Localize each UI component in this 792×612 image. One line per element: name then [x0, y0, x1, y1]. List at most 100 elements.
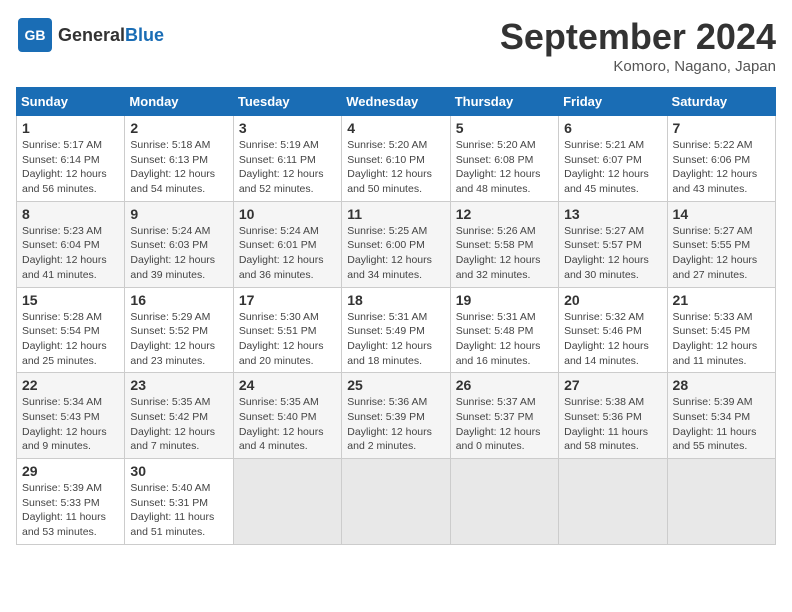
day-number: 18: [347, 292, 444, 308]
logo-text: GeneralBlue: [58, 25, 164, 46]
week-row-3: 15 Sunrise: 5:28 AMSunset: 5:54 PMDaylig…: [17, 287, 776, 373]
day-header-saturday: Saturday: [667, 88, 775, 116]
calendar-cell: 24 Sunrise: 5:35 AMSunset: 5:40 PMDaylig…: [233, 373, 341, 459]
calendar-cell: 30 Sunrise: 5:40 AMSunset: 5:31 PMDaylig…: [125, 459, 233, 545]
day-number: 23: [130, 377, 227, 393]
calendar-cell: 18 Sunrise: 5:31 AMSunset: 5:49 PMDaylig…: [342, 287, 450, 373]
week-row-2: 8 Sunrise: 5:23 AMSunset: 6:04 PMDayligh…: [17, 201, 776, 287]
calendar-cell: [667, 459, 775, 545]
calendar-cell: 7 Sunrise: 5:22 AMSunset: 6:06 PMDayligh…: [667, 116, 775, 202]
calendar-cell: 10 Sunrise: 5:24 AMSunset: 6:01 PMDaylig…: [233, 201, 341, 287]
day-info: Sunrise: 5:27 AMSunset: 5:55 PMDaylight:…: [673, 225, 758, 281]
day-info: Sunrise: 5:40 AMSunset: 5:31 PMDaylight:…: [130, 482, 214, 538]
day-number: 12: [456, 206, 553, 222]
day-number: 22: [22, 377, 119, 393]
day-number: 13: [564, 206, 661, 222]
day-info: Sunrise: 5:25 AMSunset: 6:00 PMDaylight:…: [347, 225, 432, 281]
calendar-cell: 19 Sunrise: 5:31 AMSunset: 5:48 PMDaylig…: [450, 287, 558, 373]
day-info: Sunrise: 5:36 AMSunset: 5:39 PMDaylight:…: [347, 396, 432, 452]
day-number: 30: [130, 463, 227, 479]
day-info: Sunrise: 5:24 AMSunset: 6:01 PMDaylight:…: [239, 225, 324, 281]
calendar-cell: 5 Sunrise: 5:20 AMSunset: 6:08 PMDayligh…: [450, 116, 558, 202]
calendar-cell: [450, 459, 558, 545]
day-header-tuesday: Tuesday: [233, 88, 341, 116]
day-info: Sunrise: 5:37 AMSunset: 5:37 PMDaylight:…: [456, 396, 541, 452]
day-info: Sunrise: 5:24 AMSunset: 6:03 PMDaylight:…: [130, 225, 215, 281]
day-info: Sunrise: 5:20 AMSunset: 6:08 PMDaylight:…: [456, 139, 541, 195]
calendar-cell: 6 Sunrise: 5:21 AMSunset: 6:07 PMDayligh…: [559, 116, 667, 202]
day-number: 16: [130, 292, 227, 308]
day-info: Sunrise: 5:35 AMSunset: 5:40 PMDaylight:…: [239, 396, 324, 452]
day-info: Sunrise: 5:28 AMSunset: 5:54 PMDaylight:…: [22, 311, 107, 367]
day-number: 27: [564, 377, 661, 393]
day-info: Sunrise: 5:22 AMSunset: 6:06 PMDaylight:…: [673, 139, 758, 195]
day-number: 5: [456, 120, 553, 136]
svg-text:GB: GB: [25, 27, 46, 43]
day-number: 14: [673, 206, 770, 222]
logo: GB GeneralBlue: [16, 16, 164, 54]
day-info: Sunrise: 5:26 AMSunset: 5:58 PMDaylight:…: [456, 225, 541, 281]
day-info: Sunrise: 5:39 AMSunset: 5:34 PMDaylight:…: [673, 396, 757, 452]
day-number: 17: [239, 292, 336, 308]
calendar-cell: 23 Sunrise: 5:35 AMSunset: 5:42 PMDaylig…: [125, 373, 233, 459]
calendar-cell: 20 Sunrise: 5:32 AMSunset: 5:46 PMDaylig…: [559, 287, 667, 373]
week-row-4: 22 Sunrise: 5:34 AMSunset: 5:43 PMDaylig…: [17, 373, 776, 459]
day-info: Sunrise: 5:38 AMSunset: 5:36 PMDaylight:…: [564, 396, 648, 452]
calendar-cell: [559, 459, 667, 545]
day-number: 11: [347, 206, 444, 222]
day-info: Sunrise: 5:19 AMSunset: 6:11 PMDaylight:…: [239, 139, 324, 195]
calendar-cell: [233, 459, 341, 545]
calendar-cell: 9 Sunrise: 5:24 AMSunset: 6:03 PMDayligh…: [125, 201, 233, 287]
calendar-cell: 28 Sunrise: 5:39 AMSunset: 5:34 PMDaylig…: [667, 373, 775, 459]
day-info: Sunrise: 5:23 AMSunset: 6:04 PMDaylight:…: [22, 225, 107, 281]
day-number: 1: [22, 120, 119, 136]
day-info: Sunrise: 5:31 AMSunset: 5:49 PMDaylight:…: [347, 311, 432, 367]
calendar-cell: 2 Sunrise: 5:18 AMSunset: 6:13 PMDayligh…: [125, 116, 233, 202]
day-info: Sunrise: 5:17 AMSunset: 6:14 PMDaylight:…: [22, 139, 107, 195]
day-info: Sunrise: 5:21 AMSunset: 6:07 PMDaylight:…: [564, 139, 649, 195]
calendar-cell: 11 Sunrise: 5:25 AMSunset: 6:00 PMDaylig…: [342, 201, 450, 287]
calendar-cell: 14 Sunrise: 5:27 AMSunset: 5:55 PMDaylig…: [667, 201, 775, 287]
day-number: 6: [564, 120, 661, 136]
calendar-cell: 4 Sunrise: 5:20 AMSunset: 6:10 PMDayligh…: [342, 116, 450, 202]
logo-icon: GB: [16, 16, 54, 54]
calendar-cell: 12 Sunrise: 5:26 AMSunset: 5:58 PMDaylig…: [450, 201, 558, 287]
day-number: 26: [456, 377, 553, 393]
day-info: Sunrise: 5:34 AMSunset: 5:43 PMDaylight:…: [22, 396, 107, 452]
calendar-cell: 25 Sunrise: 5:36 AMSunset: 5:39 PMDaylig…: [342, 373, 450, 459]
day-info: Sunrise: 5:39 AMSunset: 5:33 PMDaylight:…: [22, 482, 106, 538]
day-number: 15: [22, 292, 119, 308]
calendar-cell: 27 Sunrise: 5:38 AMSunset: 5:36 PMDaylig…: [559, 373, 667, 459]
page-header: GB GeneralBlue September 2024 Komoro, Na…: [16, 16, 776, 75]
calendar-cell: 13 Sunrise: 5:27 AMSunset: 5:57 PMDaylig…: [559, 201, 667, 287]
day-info: Sunrise: 5:31 AMSunset: 5:48 PMDaylight:…: [456, 311, 541, 367]
day-info: Sunrise: 5:35 AMSunset: 5:42 PMDaylight:…: [130, 396, 215, 452]
day-header-friday: Friday: [559, 88, 667, 116]
calendar-cell: 26 Sunrise: 5:37 AMSunset: 5:37 PMDaylig…: [450, 373, 558, 459]
calendar-cell: 8 Sunrise: 5:23 AMSunset: 6:04 PMDayligh…: [17, 201, 125, 287]
day-info: Sunrise: 5:29 AMSunset: 5:52 PMDaylight:…: [130, 311, 215, 367]
day-number: 8: [22, 206, 119, 222]
day-info: Sunrise: 5:27 AMSunset: 5:57 PMDaylight:…: [564, 225, 649, 281]
day-number: 19: [456, 292, 553, 308]
day-number: 9: [130, 206, 227, 222]
day-info: Sunrise: 5:18 AMSunset: 6:13 PMDaylight:…: [130, 139, 215, 195]
day-number: 3: [239, 120, 336, 136]
day-info: Sunrise: 5:20 AMSunset: 6:10 PMDaylight:…: [347, 139, 432, 195]
day-number: 4: [347, 120, 444, 136]
day-info: Sunrise: 5:30 AMSunset: 5:51 PMDaylight:…: [239, 311, 324, 367]
calendar-cell: 22 Sunrise: 5:34 AMSunset: 5:43 PMDaylig…: [17, 373, 125, 459]
day-number: 20: [564, 292, 661, 308]
day-header-wednesday: Wednesday: [342, 88, 450, 116]
location: Komoro, Nagano, Japan: [500, 58, 776, 75]
day-header-thursday: Thursday: [450, 88, 558, 116]
day-number: 21: [673, 292, 770, 308]
day-info: Sunrise: 5:33 AMSunset: 5:45 PMDaylight:…: [673, 311, 758, 367]
calendar-cell: 16 Sunrise: 5:29 AMSunset: 5:52 PMDaylig…: [125, 287, 233, 373]
day-number: 2: [130, 120, 227, 136]
calendar-cell: 15 Sunrise: 5:28 AMSunset: 5:54 PMDaylig…: [17, 287, 125, 373]
days-header-row: SundayMondayTuesdayWednesdayThursdayFrid…: [17, 88, 776, 116]
day-number: 28: [673, 377, 770, 393]
calendar-cell: 17 Sunrise: 5:30 AMSunset: 5:51 PMDaylig…: [233, 287, 341, 373]
calendar-cell: 3 Sunrise: 5:19 AMSunset: 6:11 PMDayligh…: [233, 116, 341, 202]
